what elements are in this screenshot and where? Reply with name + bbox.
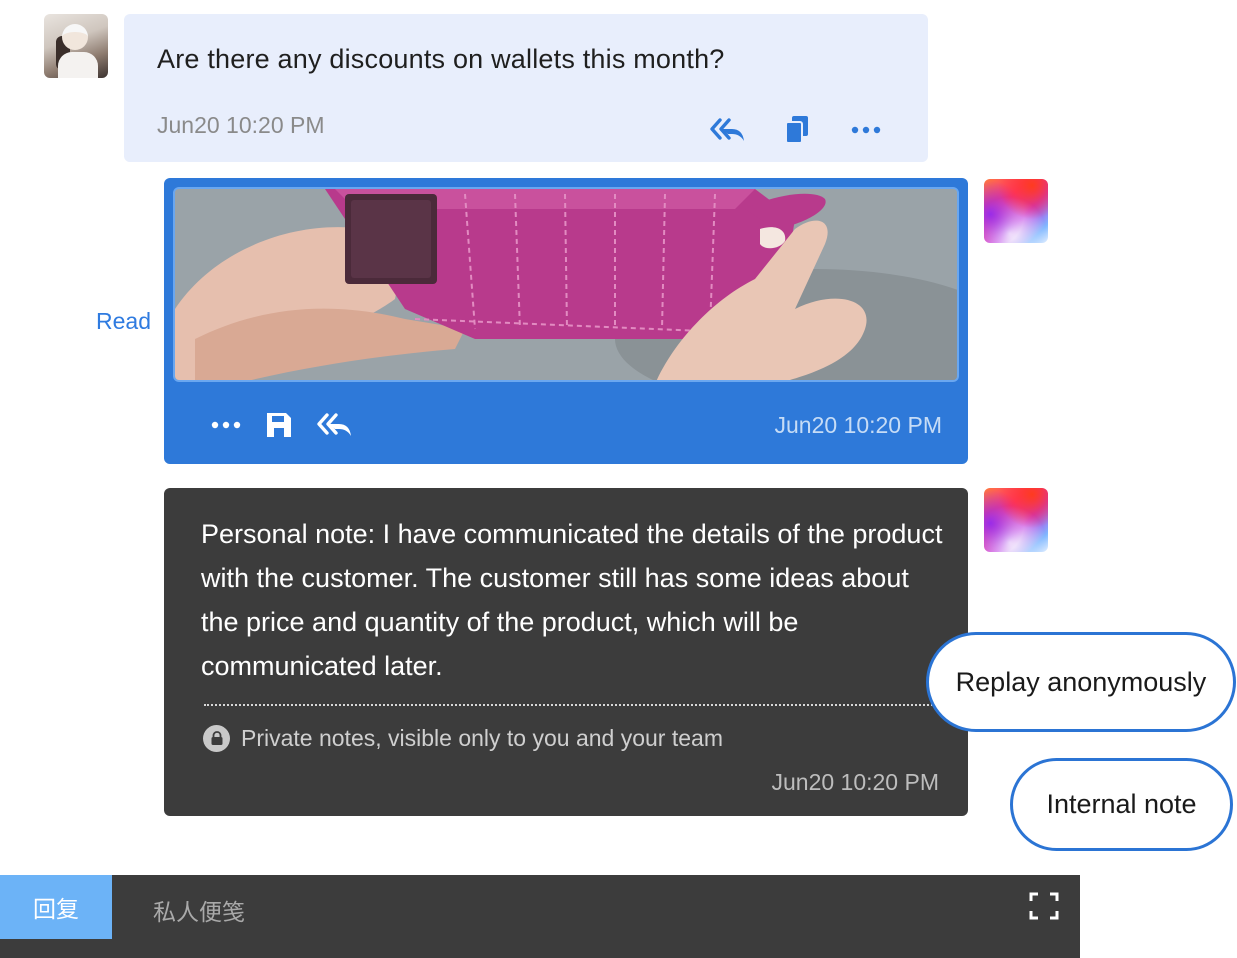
- divider: [204, 704, 940, 706]
- reply-all-icon[interactable]: [317, 409, 353, 441]
- save-icon[interactable]: [261, 409, 297, 441]
- internal-note-button[interactable]: Internal note: [1010, 758, 1233, 851]
- replay-anonymously-button[interactable]: Replay anonymously: [926, 632, 1236, 732]
- customer-message-text: Are there any discounts on wallets this …: [157, 44, 725, 74]
- reply-all-icon[interactable]: [710, 114, 746, 146]
- internal-note-text: Personal note: I have communicated the d…: [201, 519, 943, 681]
- image-message-time: Jun20 10:20 PM: [774, 412, 942, 438]
- agent-avatar[interactable]: [984, 488, 1048, 552]
- private-note-label: Private notes, visible only to you and y…: [241, 725, 723, 751]
- tab-private-note[interactable]: 私人便笺: [153, 893, 245, 927]
- more-icon[interactable]: [848, 114, 884, 146]
- agent-avatar[interactable]: [984, 179, 1048, 243]
- customer-avatar[interactable]: [44, 14, 108, 78]
- more-icon[interactable]: [208, 409, 244, 441]
- tab-reply[interactable]: 回复: [0, 875, 112, 939]
- internal-note-time: Jun20 10:20 PM: [771, 769, 939, 795]
- copy-icon[interactable]: [779, 114, 815, 146]
- composer-tab-bar: 回复 私人便笺: [0, 875, 1080, 958]
- wallet-photo[interactable]: [173, 187, 959, 382]
- chat-conversation: Are there any discounts on wallets this …: [0, 0, 1237, 958]
- customer-message-time: Jun20 10:20 PM: [157, 112, 325, 138]
- fullscreen-icon[interactable]: [1029, 892, 1059, 920]
- image-message-bubble: Jun20 10:20 PM: [164, 178, 968, 464]
- internal-note-bubble: Personal note: I have communicated the d…: [164, 488, 968, 816]
- read-status: Read: [96, 308, 151, 334]
- lock-icon: [203, 725, 230, 752]
- customer-message-bubble: Are there any discounts on wallets this …: [124, 14, 928, 162]
